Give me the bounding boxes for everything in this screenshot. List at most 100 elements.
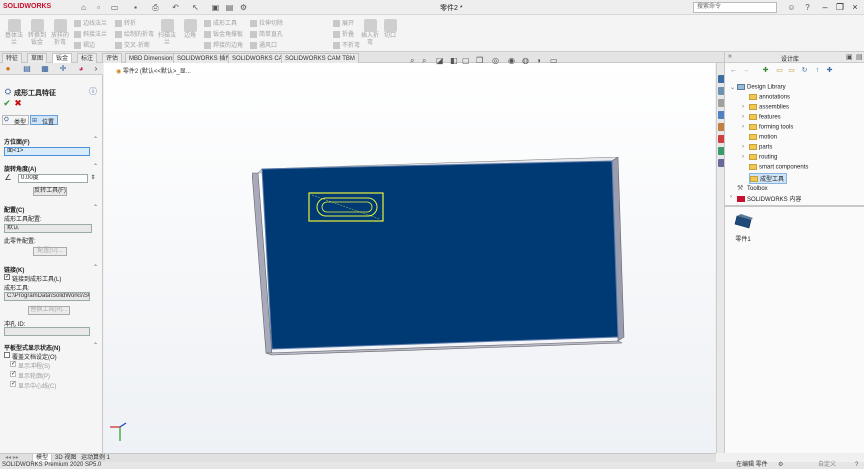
dynamic-annotation-icon[interactable]: ▢ <box>462 56 470 65</box>
collapse-pane-icon[interactable]: » <box>728 53 732 60</box>
tree-item-toolbox[interactable]: ⚒ Toolbox <box>737 184 768 192</box>
tab-solidworks-addins[interactable]: SOLIDWORKS 插件 <box>173 53 236 63</box>
miter-flange-button[interactable]: 斜接法兰 <box>74 29 107 38</box>
collapse-config-icon[interactable]: ⌃ <box>93 204 98 211</box>
show-punch-checkbox[interactable]: ✓ <box>10 361 16 367</box>
tree-item-parts[interactable]: parts <box>749 144 772 151</box>
print-icon[interactable]: ⎙ <box>150 2 161 13</box>
back-icon[interactable]: ← <box>729 66 738 75</box>
flip-tool-button[interactable]: 反转工具(F) <box>33 187 67 196</box>
ok-check-icon[interactable]: ✔ <box>2 98 12 108</box>
add-file-location-icon[interactable]: ▭ <box>775 66 784 75</box>
expand-routing-icon[interactable]: › <box>742 154 744 160</box>
file-properties-icon[interactable]: ▤ <box>224 2 235 13</box>
base-flange-button[interactable]: 基体法兰 <box>4 19 24 47</box>
zoom-area-icon[interactable]: ⌕ <box>422 56 426 66</box>
tree-item-assemblies[interactable]: assemblies <box>749 104 789 111</box>
status-help-icon[interactable]: ? <box>855 462 858 469</box>
tree-item-features[interactable]: features <box>749 114 781 121</box>
fold-button[interactable]: 折叠 <box>333 29 354 38</box>
appearance-icon[interactable]: ◍ <box>522 56 529 65</box>
select-icon[interactable]: ↖ <box>190 2 201 13</box>
link-to-tool-checkbox[interactable]: ✓ <box>4 274 10 280</box>
tree-item-forming-tool-folder[interactable]: 成型工具 <box>749 173 788 184</box>
section-face[interactable]: 方位面(F) <box>4 137 30 146</box>
corners-button[interactable]: 边角 <box>180 19 200 40</box>
rebuild-icon[interactable]: ▣ <box>210 2 221 13</box>
tab-mbd-dimensions[interactable]: MBD Dimensions <box>125 53 180 63</box>
expand-sw-content-icon[interactable]: › <box>730 194 732 200</box>
hide-show-icon[interactable]: ◉ <box>508 56 515 65</box>
tab-sheet-metal[interactable]: 钣金 <box>52 53 73 63</box>
punch-id-field[interactable] <box>4 327 90 336</box>
cancel-x-icon[interactable]: ✖ <box>13 98 23 108</box>
solidworks-logo[interactable]: SOLIDWORKS <box>3 3 51 10</box>
options-icon[interactable]: ⚙ <box>238 2 249 13</box>
lofted-bend-button[interactable]: 放样的折弯 <box>50 19 70 47</box>
graphics-area[interactable]: ◉ 零件2 (默认<<默认>_显... ⌕ ⌕ ◪ ◧ ▢ ❒ ◎ ◉ ◍ ◑ … <box>104 56 715 453</box>
tab-markup[interactable]: 标注 <box>77 53 98 63</box>
sheet-metal-part[interactable] <box>252 157 626 357</box>
forming-tool-button[interactable]: 成形工具 <box>204 18 237 27</box>
library-options-icon[interactable]: ✚ <box>825 66 834 75</box>
restore-button[interactable]: ❐ <box>833 1 847 14</box>
new-file-icon[interactable]: ▫ <box>93 2 104 13</box>
pin-icon[interactable]: ▣ <box>846 53 853 61</box>
collapse-link-icon[interactable]: ⌃ <box>93 264 98 271</box>
view-settings-icon[interactable]: ▭ <box>550 56 558 65</box>
home-icon[interactable]: ⌂ <box>78 2 89 13</box>
no-bends-button[interactable]: 不折弯 <box>333 40 360 49</box>
minimize-button[interactable]: – <box>818 1 832 14</box>
extruded-cut-button[interactable]: 拉伸切除 <box>250 18 283 27</box>
insert-bends-button[interactable]: 插入折弯 <box>360 19 380 47</box>
tree-item-smart-components[interactable]: smart components <box>749 164 808 171</box>
help-icon[interactable]: ? <box>802 2 813 13</box>
expand-forming-tools-icon[interactable]: › <box>742 124 744 130</box>
dimxpert-icon[interactable]: ✛ <box>58 64 68 74</box>
section-configuration[interactable]: 配置(C) <box>4 205 24 214</box>
show-center-checkbox[interactable]: ✓ <box>10 381 16 387</box>
tab-sketch[interactable]: 草图 <box>27 53 48 63</box>
expand-assemblies-icon[interactable]: › <box>742 104 744 110</box>
angle-spinner[interactable]: ⇕ <box>88 173 98 183</box>
feature-breadcrumb[interactable]: ◉ 零件2 (默认<<默认>_显... <box>116 66 191 75</box>
sketched-bend-button[interactable]: 绘制的折弯 <box>115 29 154 38</box>
zoom-to-fit-icon[interactable]: ⌕ <box>410 56 414 66</box>
up-one-level-icon[interactable]: ↑ <box>813 66 822 75</box>
display-style-icon[interactable]: ◎ <box>492 56 499 65</box>
library-item-part1[interactable]: 零件1 <box>733 212 763 243</box>
configuration-manager-icon[interactable]: ▦ <box>40 64 50 74</box>
jog-button[interactable]: 转折 <box>115 18 136 27</box>
create-folder-icon[interactable]: ▭ <box>787 66 796 75</box>
rebuild-status-icon[interactable]: ⚙ <box>778 462 783 469</box>
tab-features[interactable]: 特征 <box>2 53 23 63</box>
tab-solidworks-cam-tbm[interactable]: SOLIDWORKS CAM TBM <box>281 53 359 63</box>
tree-item-annotations[interactable]: annotations <box>749 94 790 101</box>
forward-icon[interactable]: → <box>741 66 750 75</box>
tree-item-solidworks-content[interactable]: SOLIDWORKS 内容 <box>737 194 801 203</box>
expand-features-icon[interactable]: › <box>742 114 744 120</box>
forming-tool-path-field[interactable]: C:\ProgramData\SolidWorks\SOLIDW <box>4 292 90 301</box>
save-icon[interactable]: ▪ <box>130 2 141 13</box>
face-selection-field[interactable]: 面<1> <box>4 147 90 156</box>
tab-evaluate[interactable]: 评估 <box>102 53 123 63</box>
pane-options-icon[interactable]: ▤ <box>856 53 863 61</box>
open-file-icon[interactable]: ▭ <box>109 2 120 13</box>
unfold-button[interactable]: 展开 <box>333 18 354 27</box>
search-commands-input[interactable]: 搜索命令 <box>693 2 777 13</box>
user-icon[interactable]: ☺ <box>786 2 797 13</box>
collapse-angle-icon[interactable]: ⌃ <box>93 163 98 170</box>
tab-position[interactable]: ⊞ 位置 <box>30 115 58 126</box>
refresh-icon[interactable]: ↻ <box>800 66 809 75</box>
display-manager-icon[interactable]: ◕ <box>76 64 86 74</box>
property-manager-icon[interactable]: ▤ <box>22 64 32 74</box>
undo-icon[interactable]: ↶ <box>170 2 181 13</box>
expand-design-library-icon[interactable]: ⌄ <box>730 84 735 91</box>
section-view-icon[interactable]: ◧ <box>450 56 458 65</box>
edge-flange-button[interactable]: 边线法兰 <box>74 18 107 27</box>
scene-icon[interactable]: ◑ <box>536 56 541 65</box>
view-orientation-icon[interactable]: ❒ <box>476 56 483 65</box>
welded-corner-button[interactable]: 焊接的边角 <box>204 40 243 49</box>
section-link[interactable]: 链接(K) <box>4 265 24 274</box>
collapse-flat-icon[interactable]: ⌃ <box>93 342 98 349</box>
